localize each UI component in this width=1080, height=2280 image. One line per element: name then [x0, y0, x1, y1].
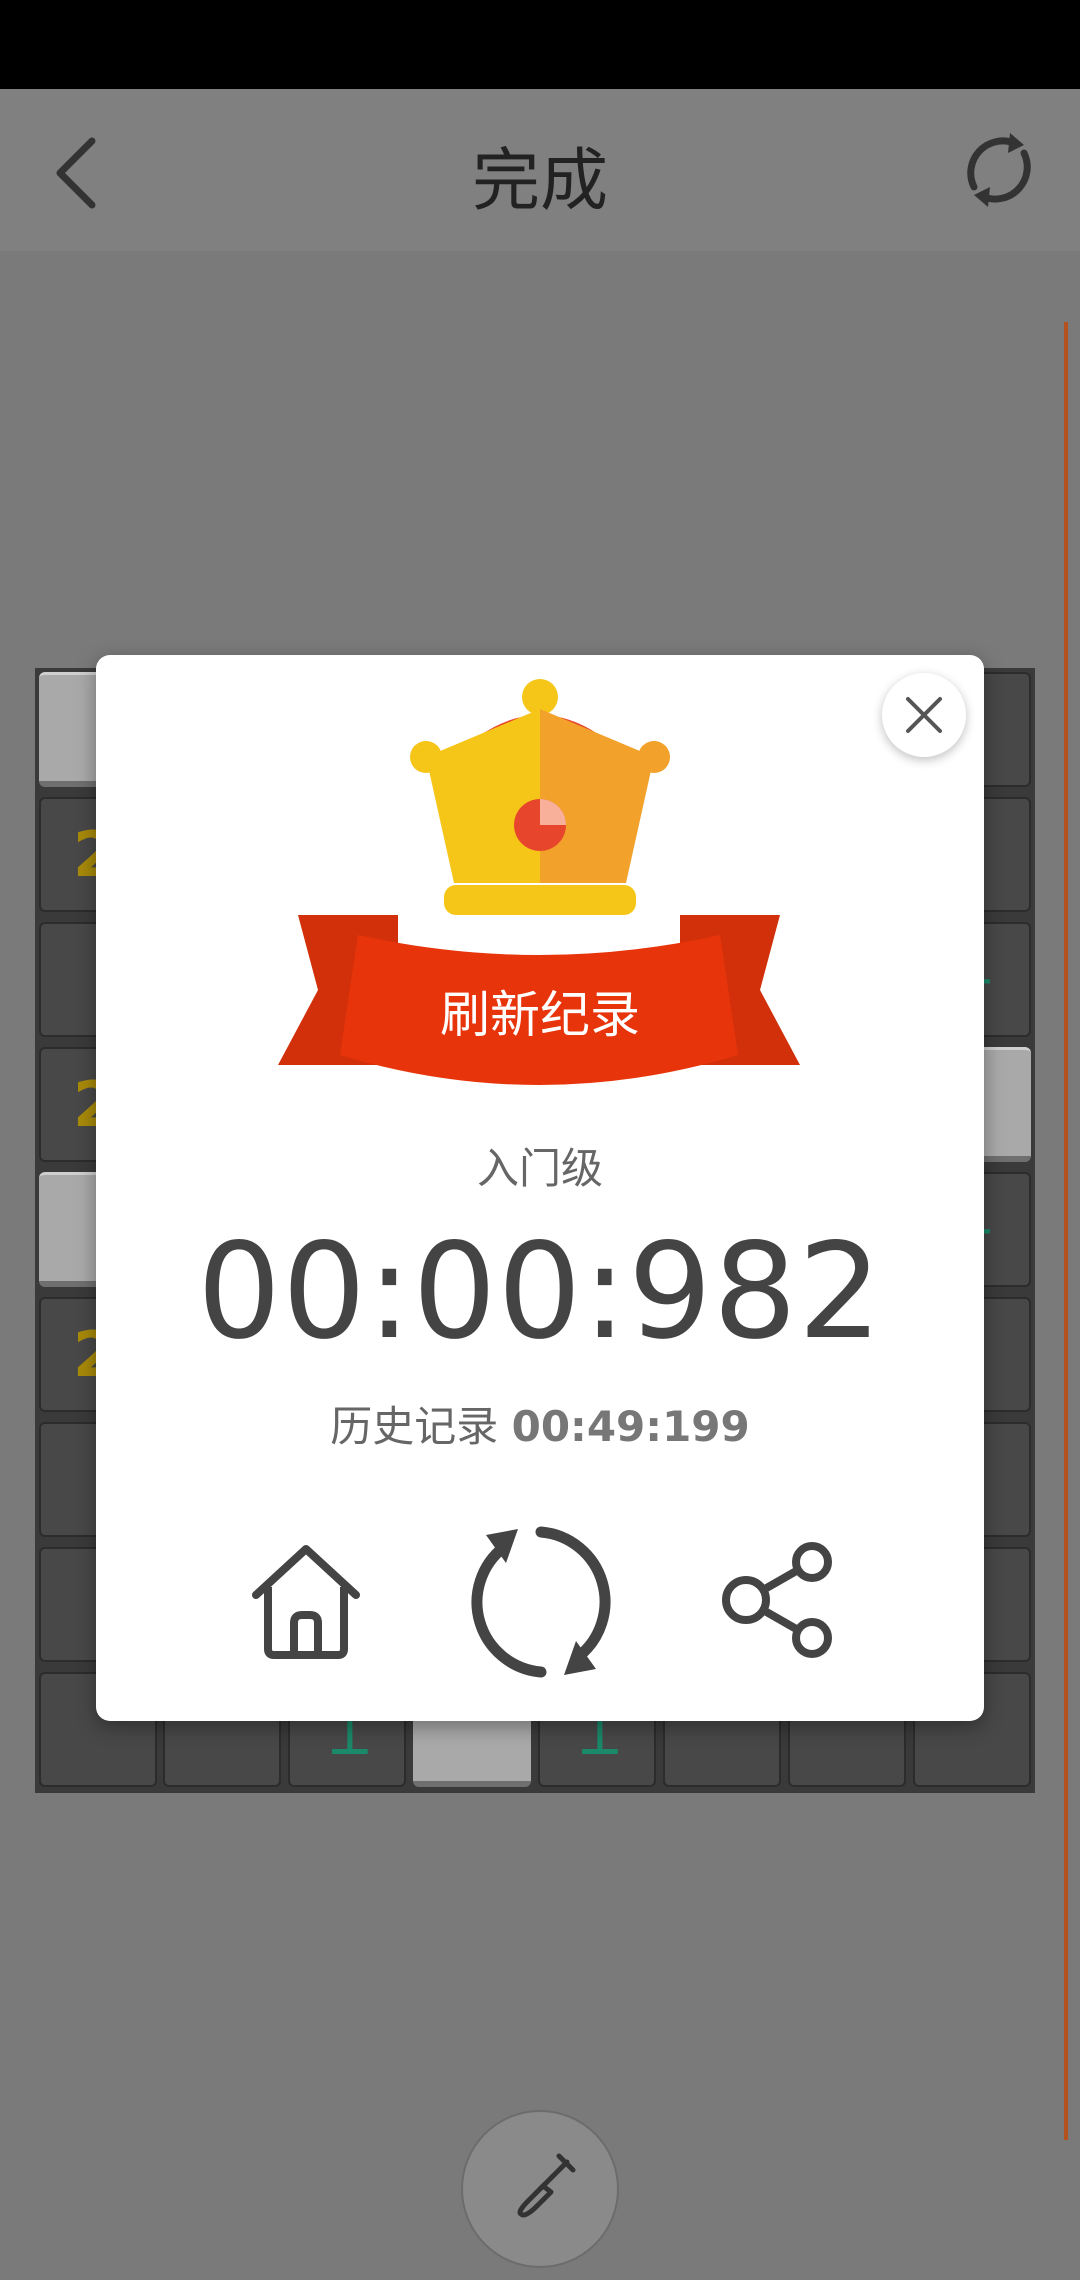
difficulty-level: 入门级: [476, 1144, 603, 1193]
close-icon: [906, 697, 942, 733]
replay-icon: [471, 1526, 611, 1678]
history-label: 历史记录: [330, 1402, 499, 1451]
record-badge-label: 刷新纪录: [440, 986, 640, 1044]
history-record: 历史记录 00:49:199: [96, 1393, 984, 1454]
dig-mode-button[interactable]: [461, 2110, 619, 2268]
refresh-icon: [967, 133, 1031, 207]
page-title: 完成: [471, 142, 608, 221]
result-dialog: 刷新纪录 入门级 00:00:982 历史记录 00:49:199: [96, 655, 984, 1721]
replay-button[interactable]: [456, 1517, 626, 1687]
restart-button[interactable]: [954, 125, 1044, 215]
shovel-icon: [517, 2153, 576, 2218]
game-screen: 完成 2 2 2 ⊥ ⊥ - - 刷新纪录 入门级 00:00:982 历史记录…: [0, 0, 1080, 2280]
crown-icon: [410, 679, 670, 915]
home-button[interactable]: [246, 1535, 366, 1665]
share-button[interactable]: [718, 1540, 838, 1660]
close-button[interactable]: [882, 673, 966, 757]
history-value: 00:49:199: [511, 1402, 750, 1451]
share-icon: [722, 1542, 832, 1658]
home-icon: [252, 1545, 360, 1659]
app-bar: 完成: [0, 89, 1080, 251]
completion-time: 00:00:982: [197, 1215, 883, 1369]
status-bar: [0, 0, 1080, 89]
timer-progress-line: [1064, 322, 1068, 2140]
